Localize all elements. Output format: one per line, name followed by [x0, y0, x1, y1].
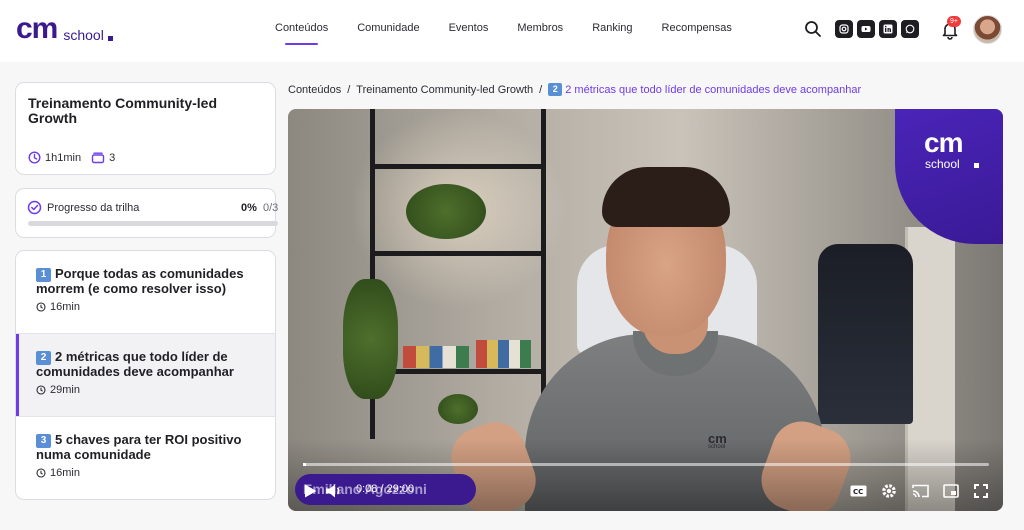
- course-meta: 1h1min 3: [28, 151, 115, 164]
- breadcrumb: Conteúdos / Treinamento Community-led Gr…: [288, 83, 861, 96]
- lessons-list: 1 Porque todas as comunidades morrem (e c…: [15, 250, 276, 500]
- clock-icon: [28, 151, 41, 164]
- video-current-time: 0:08: [356, 483, 378, 495]
- brand-watermark-sub: school: [925, 157, 960, 171]
- lesson-duration: 16min: [36, 301, 80, 313]
- brand-watermark-main: cm: [924, 127, 963, 158]
- lesson-title: 22 métricas que todo líder de comunidade…: [36, 350, 261, 379]
- search-icon[interactable]: [804, 20, 822, 38]
- video-total-time: 29:00: [386, 483, 415, 495]
- top-header: cm school Conteúdos Comunidade Eventos M…: [0, 0, 1024, 62]
- lesson-title-text: 2 métricas que todo líder de comunidades…: [36, 349, 234, 379]
- plant: [406, 184, 486, 239]
- progress-percent: 0%: [241, 202, 257, 214]
- plant: [438, 394, 478, 424]
- breadcrumb-current: 2 métricas que todo líder de comunidades…: [565, 83, 862, 96]
- lesson-title: 1 Porque todas as comunidades morrem (e c…: [36, 267, 261, 296]
- lesson-duration-text: 16min: [50, 467, 80, 479]
- nav-conteudos[interactable]: Conteúdos: [275, 22, 328, 45]
- lesson-title-text: 5 chaves para ter ROI positivo numa comu…: [36, 432, 242, 462]
- course-lesson-count: 3: [109, 151, 116, 164]
- picture-in-picture-icon[interactable]: [943, 484, 959, 498]
- nav-recompensas[interactable]: Recompensas: [662, 22, 732, 34]
- header-actions: [804, 20, 923, 38]
- logo-dot: [107, 36, 113, 41]
- logo-sub: school: [63, 27, 104, 43]
- presenter-hair: [602, 167, 730, 227]
- nav-ranking[interactable]: Ranking: [592, 22, 632, 34]
- course-card: Treinamento Community-led Growth 1h1min …: [15, 82, 276, 175]
- lesson-item-3[interactable]: 35 chaves para ter ROI positivo numa com…: [16, 417, 275, 499]
- shelf-board: [370, 164, 546, 169]
- captions-icon[interactable]: CC: [850, 485, 867, 497]
- lesson-item-2[interactable]: 22 métricas que todo líder de comunidade…: [16, 334, 275, 417]
- lesson-duration: 16min: [36, 467, 80, 479]
- instagram-icon[interactable]: [835, 20, 853, 38]
- notification-badge: 9+: [947, 16, 961, 27]
- breadcrumb-root[interactable]: Conteúdos: [288, 84, 341, 96]
- shelf-board: [370, 251, 546, 256]
- svg-text:CC: CC: [853, 488, 863, 496]
- shelf-board: [370, 369, 546, 374]
- lesson-number-badge: 3: [36, 434, 51, 448]
- nav-membros[interactable]: Membros: [517, 22, 563, 34]
- lesson-title-text: Porque todas as comunidades morrem (e co…: [36, 266, 244, 296]
- video-scrubber[interactable]: [303, 463, 989, 466]
- user-avatar[interactable]: [973, 15, 1002, 44]
- video-scrubber-fill: [303, 463, 307, 466]
- youtube-icon[interactable]: [857, 20, 875, 38]
- course-duration: 1h1min: [45, 151, 82, 164]
- linkedin-icon[interactable]: [879, 20, 897, 38]
- check-circle-icon: [27, 200, 42, 215]
- books-stack: [403, 346, 469, 368]
- lesson-item-1[interactable]: 1 Porque todas as comunidades morrem (e c…: [16, 251, 275, 334]
- lesson-title: 35 chaves para ter ROI positivo numa com…: [36, 433, 261, 462]
- course-title: Treinamento Community-led Growth: [28, 95, 218, 126]
- breadcrumb-separator: /: [347, 83, 351, 96]
- lesson-number-badge: 1: [36, 268, 51, 282]
- logo-main: cm: [16, 12, 58, 45]
- play-icon[interactable]: [304, 484, 317, 498]
- volume-icon[interactable]: [326, 484, 344, 498]
- breadcrumb-number-badge: 2: [548, 83, 563, 96]
- cm-school-logo[interactable]: cm school: [16, 12, 113, 45]
- breadcrumb-separator: /: [539, 83, 543, 96]
- video-player[interactable]: cmschool cm school Emiliano Agozzoni 0:0…: [288, 109, 1003, 511]
- lesson-duration-text: 29min: [50, 384, 80, 396]
- clock-icon: [36, 302, 46, 312]
- cast-icon[interactable]: [912, 484, 929, 498]
- lesson-number-badge: 2: [36, 351, 51, 365]
- lesson-duration-text: 16min: [50, 301, 80, 313]
- progress-bar: [28, 221, 278, 226]
- main-nav: Conteúdos Comunidade Eventos Membros Ran…: [275, 22, 761, 45]
- clock-icon: [36, 468, 46, 478]
- plant: [343, 279, 398, 399]
- clock-icon: [36, 385, 46, 395]
- breadcrumb-course[interactable]: Treinamento Community-led Growth: [356, 84, 533, 96]
- brand-watermark-dot: [974, 163, 979, 168]
- fullscreen-icon[interactable]: [974, 484, 988, 498]
- settings-gear-icon[interactable]: [881, 483, 897, 499]
- lessons-stack-icon: [91, 152, 105, 164]
- video-time: 0:08 / 29:00: [356, 483, 415, 495]
- progress-card: Progresso da trilha 0% 0/3: [15, 188, 279, 238]
- nav-comunidade[interactable]: Comunidade: [357, 22, 419, 34]
- books-stack: [476, 340, 531, 368]
- progress-count: 0/3: [263, 202, 279, 214]
- whatsapp-icon[interactable]: [901, 20, 919, 38]
- coat-rack: [818, 244, 913, 424]
- nav-eventos[interactable]: Eventos: [449, 22, 489, 34]
- progress-label: Progresso da trilha: [47, 202, 140, 214]
- lesson-duration: 29min: [36, 384, 80, 396]
